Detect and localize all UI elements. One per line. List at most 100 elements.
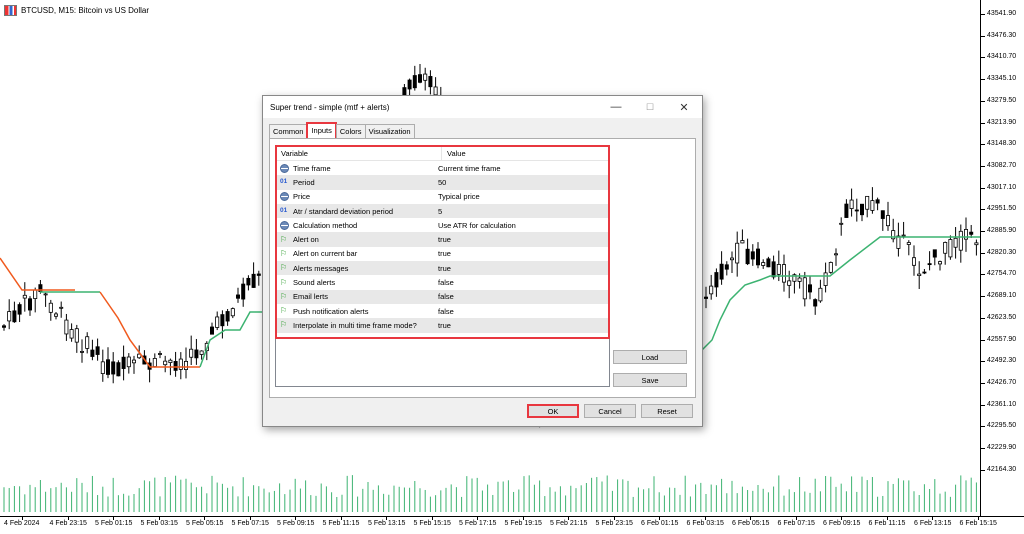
maximize-icon[interactable]: ☐ — [633, 96, 667, 118]
candle-body — [230, 308, 235, 317]
candle-body — [428, 76, 433, 88]
price-tick — [981, 317, 985, 319]
time-label: 4 Feb 23:15 — [49, 520, 87, 527]
time-label: 5 Feb 23:15 — [595, 520, 633, 527]
time-label: 6 Feb 01:15 — [641, 520, 679, 527]
supertrend-up-line — [199, 311, 262, 368]
value-cell[interactable]: 50 — [436, 178, 446, 187]
tab-visualization[interactable]: Visualization — [364, 124, 415, 138]
table-row[interactable]: Calculation method Use ATR for calculatio… — [276, 218, 609, 232]
table-row[interactable]: ⚐ Alert on current bar true — [276, 247, 609, 261]
value-cell[interactable]: Use ATR for calculation — [436, 221, 516, 230]
table-row[interactable]: 01 Atr / standard deviation period 5 — [276, 203, 609, 219]
time-axis[interactable]: 4 Feb 2024 4 Feb 23:15 5 Feb 01:15 5 Feb 03… — [0, 516, 1024, 534]
candle-body — [74, 328, 79, 343]
price-label: 42164.30 — [987, 465, 1017, 473]
price-tick — [981, 187, 985, 189]
table-row[interactable]: ⚐ Sound alerts false — [276, 275, 609, 289]
flag-icon: ⚐ — [280, 263, 288, 273]
price-tick — [981, 469, 985, 471]
time-label: 5 Feb 11:15 — [322, 520, 360, 527]
dialog-title: Super trend - simple (mtf + alerts) — [270, 102, 390, 112]
flag-icon: ⚐ — [280, 248, 288, 258]
candle-body — [906, 242, 911, 245]
tab-common[interactable]: Common — [269, 124, 308, 138]
variable-label: Interpolate in multi time frame mode? — [293, 320, 417, 330]
value-cell[interactable]: Current time frame — [436, 164, 501, 173]
candle-body — [740, 240, 745, 244]
candle-body — [766, 258, 771, 268]
price-label: 43213.90 — [987, 118, 1017, 126]
chart-title: BTCUSD, M15: Bitcoin vs US Dollar — [4, 5, 149, 16]
cancel-button[interactable]: Cancel — [584, 404, 636, 418]
value-cell[interactable]: true — [436, 264, 451, 273]
load-button[interactable]: Load — [613, 350, 687, 364]
value-cell[interactable]: false — [436, 307, 454, 316]
save-button[interactable]: Save — [613, 373, 687, 387]
variable-label: Alerts messages — [293, 263, 349, 273]
candle-body — [828, 262, 833, 273]
table-row[interactable]: Time frame Current time frame — [276, 161, 609, 175]
candle-body — [163, 360, 168, 366]
variable-cell: 01 Period — [276, 178, 436, 187]
value-cell[interactable]: Typical price — [436, 192, 480, 201]
value-cell[interactable]: false — [436, 278, 454, 287]
chart-window-icon — [4, 5, 17, 16]
candle-body — [251, 273, 256, 288]
value-cell[interactable]: true — [436, 321, 451, 330]
column-header-variable[interactable]: Variable — [276, 146, 442, 160]
price-label: 42492.30 — [987, 357, 1017, 365]
value-cell[interactable]: 5 — [436, 207, 442, 216]
variable-label: Alert on — [293, 235, 319, 245]
candle-body — [969, 231, 974, 235]
tab-colors[interactable]: Colors — [335, 124, 366, 138]
close-icon[interactable]: ✕ — [667, 96, 701, 118]
candle-body — [802, 277, 807, 300]
enum-icon — [280, 192, 289, 202]
candle-body — [865, 195, 870, 210]
table-row[interactable]: ⚐ Push notification alerts false — [276, 304, 609, 318]
candle-body — [776, 264, 781, 275]
variable-label: Email lerts — [293, 292, 329, 302]
time-label: 5 Feb 01:15 — [95, 520, 133, 527]
price-label: 42820.30 — [987, 248, 1017, 256]
price-tick — [981, 448, 985, 449]
value-cell[interactable]: false — [436, 292, 454, 301]
value-cell[interactable]: true — [436, 249, 451, 258]
table-header: Variable Value — [276, 146, 609, 161]
table-row[interactable]: ⚐ Interpolate in multi time frame mode? tr… — [276, 318, 609, 333]
table-row[interactable]: ⚐ Alerts messages true — [276, 261, 609, 276]
candle-body — [189, 348, 194, 358]
table-row[interactable]: ⚐ Email lerts false — [276, 289, 609, 304]
value-cell[interactable]: true — [436, 235, 451, 244]
price-tick — [981, 382, 985, 384]
dialog-titlebar[interactable]: Super trend - simple (mtf + alerts) — ☐ … — [263, 96, 702, 118]
candle-body — [953, 237, 958, 248]
candle-body — [215, 316, 220, 328]
variable-cell: Price — [276, 192, 436, 202]
column-header-value[interactable]: Value — [442, 146, 466, 160]
price-tick — [981, 122, 985, 124]
candle-body — [241, 283, 246, 300]
candle-body — [787, 280, 792, 286]
candle-body — [48, 302, 53, 313]
time-label: 6 Feb 15:15 — [959, 520, 997, 527]
table-row[interactable]: ⚐ Alert on true — [276, 232, 609, 247]
price-label: 42754.70 — [987, 270, 1017, 278]
candle-body — [412, 75, 417, 89]
table-row[interactable]: Price Typical price — [276, 190, 609, 204]
minimize-icon[interactable]: — — [599, 96, 633, 118]
table-row[interactable]: 01 Period 50 — [276, 175, 609, 190]
inputs-table[interactable]: Variable Value Time frame Current time fr… — [275, 145, 610, 387]
reset-button[interactable]: Reset — [641, 404, 693, 418]
price-tick — [981, 339, 985, 341]
variable-cell: ⚐ Sound alerts — [276, 278, 436, 287]
ok-button[interactable]: OK — [527, 404, 579, 418]
time-label: 5 Feb 05:15 — [186, 520, 224, 527]
candle-body — [958, 230, 963, 251]
price-axis[interactable]: 43541.90 43476.30 43410.70 43345.10 43279.50… — [980, 0, 1024, 516]
price-label: 43148.30 — [987, 140, 1017, 148]
candle-body — [220, 314, 225, 327]
variable-label: Period — [293, 177, 315, 187]
flag-icon: ⚐ — [280, 291, 288, 301]
